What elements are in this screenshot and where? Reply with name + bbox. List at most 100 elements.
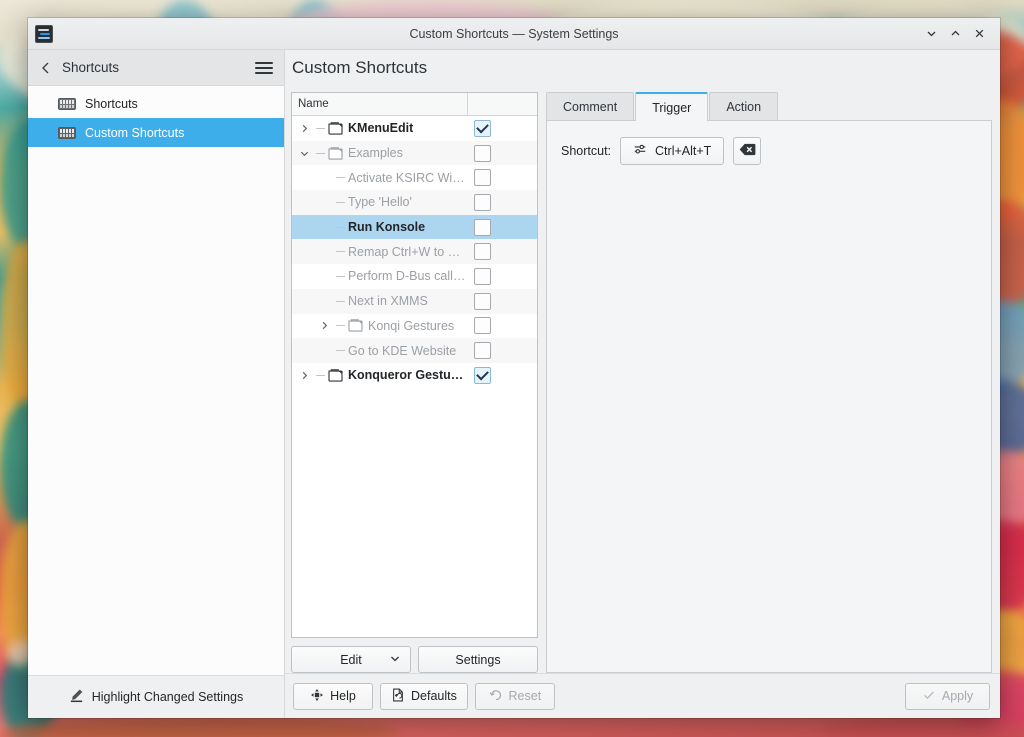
- tree-row[interactable]: Perform D-Bus call '...: [292, 264, 537, 289]
- check-icon: [922, 688, 936, 705]
- shortcut-input[interactable]: Ctrl+Alt+T: [620, 137, 725, 165]
- tree-row[interactable]: Konqueror Gestures: [292, 362, 537, 388]
- tree-row[interactable]: KMenuEdit: [292, 116, 537, 141]
- defaults-button[interactable]: Defaults: [380, 682, 468, 710]
- tree-row-name-cell: Go to KDE Website: [292, 344, 468, 358]
- tree-row[interactable]: Run Konsole: [292, 214, 537, 240]
- enabled-checkbox[interactable]: [474, 267, 491, 285]
- sidebar-header: Shortcuts: [28, 50, 284, 86]
- window-titlebar[interactable]: Custom Shortcuts — System Settings: [28, 18, 1000, 50]
- tree-row[interactable]: Go to KDE Website: [292, 338, 537, 363]
- enabled-checkbox[interactable]: [474, 144, 491, 162]
- tree-header-row: Name: [292, 93, 537, 116]
- enabled-checkbox[interactable]: [474, 218, 491, 236]
- tree-row-enabled-cell: [468, 119, 537, 137]
- trigger-tab-panel: Shortcut: Ctrl+Alt+T: [546, 120, 992, 673]
- tree-row[interactable]: Remap Ctrl+W to Ct...: [292, 239, 537, 265]
- tree-branch-connector: [332, 226, 348, 228]
- tree-row-enabled-cell: [468, 342, 537, 360]
- tree-branch-connector: [332, 325, 348, 327]
- tree-branch-connector: [332, 350, 348, 352]
- enabled-checkbox[interactable]: [474, 243, 491, 261]
- tree-row-name-cell: Type 'Hello': [292, 195, 468, 209]
- column-header-name[interactable]: Name: [292, 93, 468, 115]
- apply-button[interactable]: Apply: [905, 682, 990, 710]
- highlight-changed-settings-label: Highlight Changed Settings: [91, 690, 244, 704]
- enabled-checkbox[interactable]: [474, 292, 491, 310]
- tree-branch-connector: [312, 127, 328, 129]
- chevron-right-icon[interactable]: [296, 123, 312, 134]
- tree-row-name-cell: Remap Ctrl+W to Ct...: [292, 245, 468, 259]
- tree-row-label: Remap Ctrl+W to Ct...: [348, 244, 468, 259]
- reset-button[interactable]: Reset: [474, 682, 555, 710]
- tab-trigger[interactable]: Trigger: [635, 92, 709, 121]
- tree-row-label: Examples: [348, 146, 403, 161]
- enabled-checkbox[interactable]: [474, 169, 491, 187]
- keyboard-icon: [58, 97, 76, 110]
- tab-label: Action: [726, 100, 762, 114]
- folder-icon: [328, 122, 343, 135]
- tab-action[interactable]: Action: [709, 92, 779, 121]
- enabled-checkbox[interactable]: [474, 317, 491, 335]
- sidebar-back-label[interactable]: Shortcuts: [62, 60, 119, 75]
- defaults-button-label: Defaults: [411, 689, 457, 703]
- shortcuts-tree[interactable]: Name KMenuEdit Examples Activate KSIRC Win…: [291, 92, 538, 638]
- tree-row-name-cell: Konqi Gestures: [292, 319, 468, 333]
- detail-tabbar: Comment Trigger Action: [546, 92, 992, 121]
- sidebar-item-shortcuts[interactable]: Shortcuts: [28, 89, 284, 118]
- tree-row-enabled-cell: [468, 218, 537, 236]
- enabled-checkbox[interactable]: [474, 119, 491, 137]
- shortcuts-tree-column: Name KMenuEdit Examples Activate KSIRC Win…: [291, 92, 538, 673]
- hamburger-menu-icon[interactable]: [253, 57, 275, 79]
- chevron-right-icon[interactable]: [316, 320, 332, 331]
- folder-icon: [348, 319, 363, 332]
- chevron-left-icon[interactable]: [36, 58, 56, 78]
- edit-button[interactable]: Edit: [291, 646, 411, 673]
- tree-row-enabled-cell: [468, 144, 537, 162]
- tree-branch-connector: [332, 300, 348, 302]
- tree-row-label: Type 'Hello': [348, 195, 412, 210]
- help-button[interactable]: Help: [293, 682, 373, 710]
- keyboard-icon: [58, 126, 76, 139]
- column-header-enabled[interactable]: [468, 93, 537, 115]
- tree-row[interactable]: Next in XMMS: [292, 288, 537, 314]
- tab-comment[interactable]: Comment: [546, 92, 635, 121]
- minimize-button[interactable]: [920, 23, 942, 45]
- tree-row-name-cell: Perform D-Bus call '...: [292, 269, 468, 283]
- tree-row-name-cell: Examples: [292, 146, 468, 160]
- tree-row[interactable]: Examples: [292, 140, 537, 166]
- sidebar: Shortcuts Shortcuts Custom Shortcuts Hig…: [28, 50, 285, 718]
- sidebar-item-custom-shortcuts[interactable]: Custom Shortcuts: [28, 118, 284, 147]
- enabled-checkbox[interactable]: [474, 193, 491, 211]
- folder-icon: [328, 146, 343, 160]
- enabled-checkbox[interactable]: [474, 342, 491, 360]
- highlight-changed-settings-button[interactable]: Highlight Changed Settings: [28, 675, 284, 718]
- backspace-icon: [739, 143, 756, 159]
- close-button[interactable]: [968, 23, 990, 45]
- chevron-right-icon[interactable]: [296, 370, 312, 381]
- shortcut-value: Ctrl+Alt+T: [655, 144, 712, 158]
- tree-branch-connector: [312, 374, 328, 376]
- tree-branch-connector: [332, 251, 348, 253]
- tree-row-enabled-cell: [468, 193, 537, 211]
- page-title: Custom Shortcuts: [292, 58, 428, 77]
- tree-action-buttons: Edit Settings: [291, 638, 538, 673]
- tree-row-label: Go to KDE Website: [348, 343, 457, 358]
- clear-shortcut-button[interactable]: [733, 137, 762, 165]
- document-revert-icon: [391, 688, 405, 705]
- tree-row[interactable]: Type 'Hello': [292, 190, 537, 215]
- settings-button[interactable]: Settings: [418, 646, 538, 673]
- tree-row[interactable]: Activate KSIRC Win...: [292, 165, 537, 191]
- tree-row-name-cell: Next in XMMS: [292, 294, 468, 308]
- tree-row-label: Perform D-Bus call '...: [348, 269, 468, 284]
- tree-row[interactable]: Konqi Gestures: [292, 313, 537, 339]
- system-settings-window: Custom Shortcuts — System Settings Short…: [28, 18, 1000, 718]
- chevron-down-icon[interactable]: [296, 148, 312, 159]
- tree-row-label: Konqueror Gestures: [348, 368, 468, 383]
- content-header: Custom Shortcuts: [285, 50, 1000, 86]
- help-button-label: Help: [330, 689, 356, 703]
- maximize-button[interactable]: [944, 23, 966, 45]
- undo-arrow-icon: [489, 688, 503, 705]
- enabled-checkbox[interactable]: [474, 366, 491, 384]
- tree-row-enabled-cell: [468, 243, 537, 261]
